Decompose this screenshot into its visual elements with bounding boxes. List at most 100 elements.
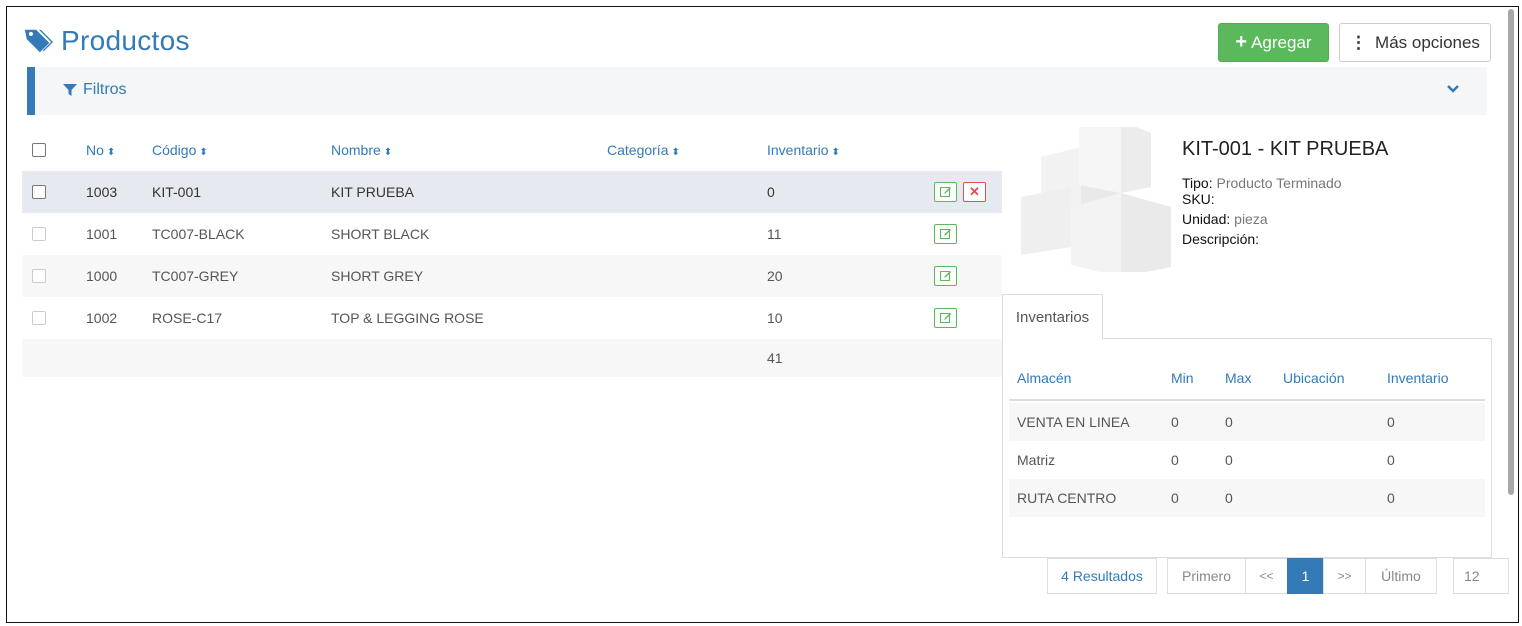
- cell-inventory: 10: [767, 310, 783, 326]
- filters-bar[interactable]: Filtros: [27, 67, 1487, 115]
- meta-unidad: Unidad: pieza: [1182, 209, 1342, 229]
- col-inventario: Inventario: [1387, 370, 1449, 386]
- col-ubicacion: Ubicación: [1283, 370, 1345, 386]
- add-button-label: Agregar: [1251, 32, 1312, 52]
- sort-icon: ⬍: [383, 147, 393, 158]
- chevron-down-icon[interactable]: [1445, 81, 1461, 97]
- inventory-table-header: Almacén Min Max Ubicación Inventario: [1009, 357, 1485, 401]
- page-title: Productos: [61, 25, 190, 56]
- sort-icon: ⬍: [199, 147, 208, 158]
- tab-inventarios[interactable]: Inventarios: [1002, 294, 1103, 339]
- column-label: No: [86, 142, 104, 158]
- cell-no: 1002: [86, 310, 118, 326]
- column-header-category[interactable]: Categoría ⬍: [607, 142, 680, 158]
- row-checkbox[interactable]: [32, 311, 46, 325]
- cell-inventory: 20: [767, 268, 783, 284]
- cell-min: 0: [1171, 490, 1179, 506]
- cell-almacen: RUTA CENTRO: [1017, 490, 1117, 506]
- vertical-dots-icon: ⋮: [1350, 32, 1368, 52]
- add-button[interactable]: + Agregar: [1218, 23, 1329, 62]
- cell-inventory: 11: [767, 226, 782, 242]
- column-label: Inventario: [767, 142, 829, 158]
- cell-min: 0: [1171, 452, 1179, 468]
- product-image: [1021, 127, 1171, 272]
- column-header-code[interactable]: Código ⬍: [152, 142, 208, 158]
- results-count: 4 Resultados: [1047, 558, 1157, 594]
- pagination-prev[interactable]: <<: [1245, 558, 1288, 594]
- cell-inventory: 0: [767, 184, 775, 200]
- column-label: Código: [152, 142, 197, 158]
- cell-inventario: 0: [1387, 452, 1395, 468]
- inventory-row: RUTA CENTRO 0 0 0: [1009, 479, 1485, 517]
- page-size-select[interactable]: 12: [1453, 558, 1509, 594]
- table-row[interactable]: 1001 TC007-BLACK SHORT BLACK 11: [22, 213, 1002, 255]
- tags-icon: [24, 29, 53, 53]
- column-label: Categoría: [607, 142, 669, 158]
- delete-icon[interactable]: ✕: [963, 182, 986, 202]
- cell-min: 0: [1171, 414, 1179, 430]
- cell-name: TOP & LEGGING ROSE: [331, 310, 484, 326]
- cell-code: KIT-001: [152, 184, 202, 200]
- edit-icon[interactable]: [934, 182, 957, 202]
- page-header: Productos: [23, 25, 190, 57]
- cell-max: 0: [1225, 414, 1233, 430]
- table-row[interactable]: 1002 ROSE-C17 TOP & LEGGING ROSE 10: [22, 297, 1002, 339]
- table-header: No ⬍ Código ⬍ Nombre ⬍ Categoría ⬍ Inventari…: [22, 129, 1002, 171]
- col-almacen: Almacén: [1017, 370, 1072, 386]
- sort-icon: ⬍: [671, 147, 680, 158]
- table-row[interactable]: 1003 KIT-001 KIT PRUEBA 0 ✕: [22, 171, 1002, 213]
- meta-label: Unidad:: [1182, 211, 1231, 227]
- edit-icon[interactable]: [934, 308, 957, 328]
- cell-no: 1001: [86, 226, 118, 242]
- cell-no: 1000: [86, 268, 118, 284]
- col-min: Min: [1171, 370, 1194, 386]
- row-checkbox[interactable]: [32, 269, 46, 283]
- cell-almacen: VENTA EN LINEA: [1017, 414, 1130, 430]
- column-header-no[interactable]: No ⬍: [86, 142, 115, 158]
- plus-icon: +: [1235, 31, 1248, 53]
- cell-almacen: Matriz: [1017, 452, 1056, 468]
- product-meta: Tipo: Producto Terminado SKU: Unidad: pi…: [1182, 173, 1342, 249]
- table-row[interactable]: 1000 TC007-GREY SHORT GREY 20: [22, 255, 1002, 297]
- column-header-inventory[interactable]: Inventario ⬍: [767, 142, 840, 158]
- row-checkbox[interactable]: [32, 185, 46, 199]
- filter-icon: [63, 84, 77, 96]
- total-inventory: 41: [767, 350, 783, 366]
- pagination-current-page[interactable]: 1: [1287, 558, 1324, 594]
- more-options-button[interactable]: ⋮ Más opciones: [1339, 23, 1491, 62]
- meta-label: Descripción:: [1182, 231, 1260, 247]
- filters-toggle[interactable]: Filtros: [63, 81, 127, 99]
- cell-code: TC007-BLACK: [152, 226, 245, 242]
- edit-icon[interactable]: [934, 266, 957, 286]
- cell-name: SHORT GREY: [331, 268, 424, 284]
- inventory-row: Matriz 0 0 0: [1009, 441, 1485, 479]
- meta-label: SKU:: [1182, 191, 1215, 207]
- column-header-name[interactable]: Nombre ⬍: [331, 142, 392, 158]
- products-table: No ⬍ Código ⬍ Nombre ⬍ Categoría ⬍ Inventari…: [22, 129, 1002, 377]
- cell-code: ROSE-C17: [152, 310, 223, 326]
- pagination-next[interactable]: >>: [1323, 558, 1366, 594]
- app-frame: Productos + Agregar ⋮ Más opciones Filtr…: [6, 6, 1519, 623]
- column-label: Nombre: [331, 142, 381, 158]
- inventory-panel: Almacén Min Max Ubicación Inventario VEN…: [1002, 338, 1492, 558]
- sort-icon: ⬍: [831, 147, 840, 158]
- col-max: Max: [1225, 370, 1252, 386]
- cell-name: KIT PRUEBA: [331, 184, 414, 200]
- edit-icon[interactable]: [934, 224, 957, 244]
- cell-max: 0: [1225, 452, 1233, 468]
- meta-value: pieza: [1234, 211, 1268, 227]
- vertical-scrollbar[interactable]: [1508, 9, 1514, 495]
- cell-inventario: 0: [1387, 414, 1395, 430]
- row-checkbox[interactable]: [32, 227, 46, 241]
- select-all-checkbox[interactable]: [32, 143, 46, 157]
- cell-code: TC007-GREY: [152, 268, 239, 284]
- pagination-first[interactable]: Primero: [1167, 558, 1246, 594]
- pagination-last[interactable]: Último: [1365, 558, 1437, 594]
- more-options-label: Más opciones: [1375, 32, 1480, 52]
- meta-descripcion: Descripción:: [1182, 229, 1342, 249]
- filters-label: Filtros: [83, 81, 127, 98]
- table-total-row: 41: [22, 339, 1002, 377]
- sort-icon: ⬍: [106, 147, 116, 158]
- cell-inventario: 0: [1387, 490, 1395, 506]
- meta-value: Producto Terminado: [1216, 175, 1342, 191]
